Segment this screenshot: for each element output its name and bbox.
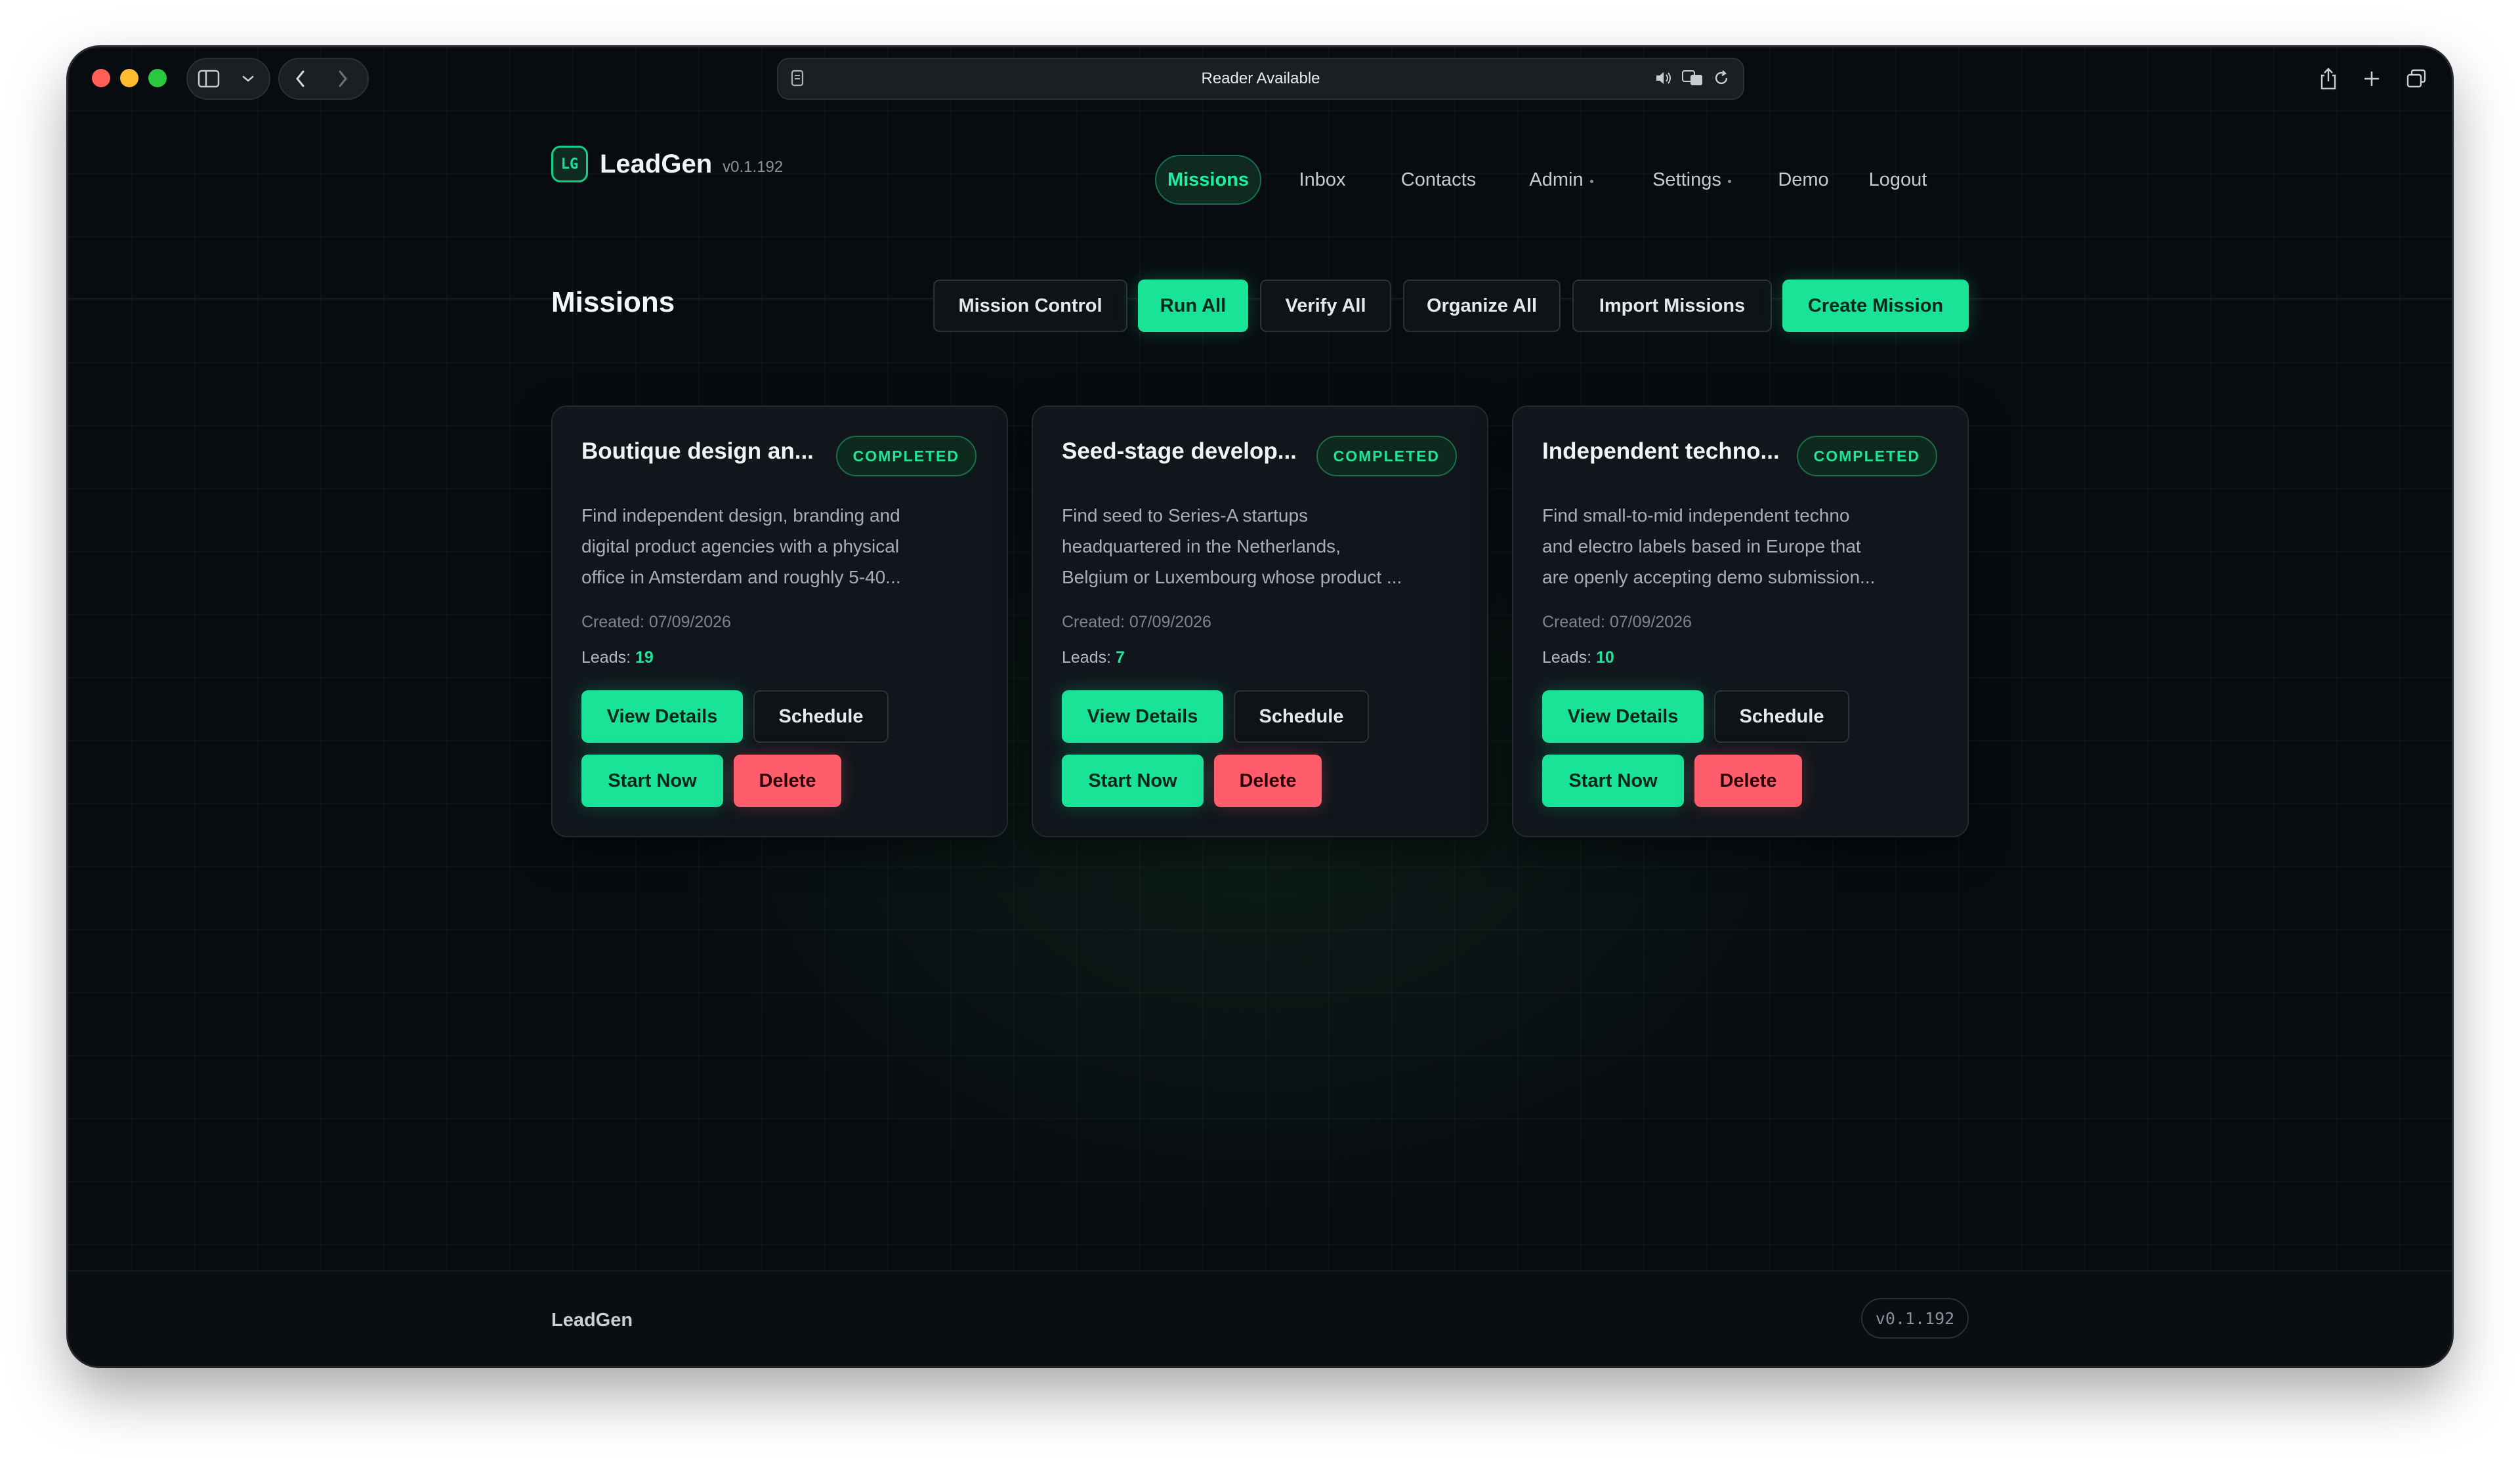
- leads-value: 10: [1596, 648, 1614, 667]
- mission-description: Find small-to-mid independent techno and…: [1542, 500, 1942, 593]
- verify-all-button[interactable]: Verify All: [1260, 280, 1391, 332]
- nav-admin-label: Admin: [1529, 169, 1584, 190]
- description-line: are openly accepting demo submission...: [1542, 567, 1876, 587]
- view-details-button[interactable]: View Details: [1062, 690, 1223, 743]
- speaker-icon[interactable]: [1654, 68, 1673, 91]
- nav-demo[interactable]: Demo: [1768, 155, 1839, 205]
- back-icon[interactable]: [280, 59, 322, 98]
- address-bar[interactable]: Reader Available: [777, 58, 1744, 100]
- footer-brand: LeadGen: [551, 1310, 633, 1331]
- create-mission-button[interactable]: Create Mission: [1782, 280, 1969, 332]
- import-missions-button[interactable]: Import Missions: [1572, 280, 1772, 332]
- schedule-button[interactable]: Schedule: [1714, 690, 1849, 743]
- app-header: [68, 110, 2452, 299]
- nav-contacts[interactable]: Contacts: [1379, 155, 1498, 205]
- leads-label: Leads:: [1062, 648, 1112, 667]
- description-line: Find seed to Series-A startups: [1062, 505, 1309, 526]
- mission-card: Seed-stage develop... COMPLETED Find see…: [1032, 406, 1488, 837]
- created-date: Created: 07/09/2026: [1542, 613, 1692, 631]
- schedule-button[interactable]: Schedule: [753, 690, 889, 743]
- mission-card: Boutique design an... COMPLETED Find ind…: [551, 406, 1008, 837]
- nav-missions[interactable]: Missions: [1155, 155, 1261, 205]
- description-line: digital product agencies with a physical: [581, 536, 900, 556]
- start-now-button[interactable]: Start Now: [1542, 755, 1684, 807]
- leads-count: Leads: 10: [1542, 648, 1614, 667]
- organize-all-button[interactable]: Organize All: [1403, 280, 1561, 332]
- nav-logout-label: Logout: [1868, 169, 1927, 190]
- mission-card: Independent techno... COMPLETED Find sma…: [1512, 406, 1969, 837]
- delete-button[interactable]: Delete: [734, 755, 841, 807]
- mission-control-button[interactable]: Mission Control: [933, 280, 1127, 332]
- start-now-button[interactable]: Start Now: [581, 755, 723, 807]
- leads-value: 19: [635, 648, 654, 667]
- leads-count: Leads: 19: [581, 648, 654, 667]
- nav-inbox-label: Inbox: [1299, 169, 1346, 190]
- address-text: Reader Available: [1201, 70, 1320, 87]
- run-all-button[interactable]: Run All: [1138, 280, 1248, 332]
- created-date: Created: 07/09/2026: [581, 613, 731, 631]
- page-icon: [790, 70, 805, 91]
- description-line: headquartered in the Netherlands,: [1062, 536, 1341, 556]
- description-line: Belgium or Luxembourg whose product ...: [1062, 567, 1402, 587]
- leads-count: Leads: 7: [1062, 648, 1125, 667]
- leads-value: 7: [1116, 648, 1125, 667]
- browser-window: Reader Available LG LeadGen v0.1.192 Mis…: [68, 47, 2452, 1366]
- view-details-button[interactable]: View Details: [1542, 690, 1704, 743]
- mission-title[interactable]: Independent techno...: [1542, 438, 1780, 465]
- dropdown-dot-icon: [1727, 179, 1731, 183]
- mission-title[interactable]: Seed-stage develop...: [1062, 438, 1297, 465]
- chevron-down-icon[interactable]: [230, 59, 266, 98]
- brand-version: v0.1.192: [723, 158, 784, 176]
- nav-demo-label: Demo: [1778, 169, 1829, 190]
- reload-icon[interactable]: [1712, 68, 1731, 91]
- status-badge: COMPLETED: [835, 436, 976, 476]
- description-line: Find independent design, branding and: [581, 505, 900, 526]
- dropdown-dot-icon: [1589, 179, 1593, 183]
- brand[interactable]: LG LeadGen v0.1.192: [551, 146, 783, 182]
- nav-logout[interactable]: Logout: [1853, 155, 1942, 205]
- share-icon[interactable]: [2311, 62, 2345, 96]
- browser-toolbar: Reader Available: [68, 47, 2452, 110]
- leads-label: Leads:: [1542, 648, 1592, 667]
- nav-contacts-label: Contacts: [1400, 169, 1477, 190]
- app-footer: LeadGen v0.1.192: [68, 1270, 2452, 1366]
- status-badge: COMPLETED: [1316, 436, 1457, 476]
- brand-name: LeadGen: [600, 149, 713, 178]
- start-now-button[interactable]: Start Now: [1062, 755, 1204, 807]
- sidebar-icon[interactable]: [188, 59, 230, 98]
- nav-admin[interactable]: Admin: [1512, 155, 1610, 205]
- page-actions: Mission Control Run All Verify All Organ…: [68, 280, 2452, 332]
- mission-description: Find seed to Series-A startups headquart…: [1062, 500, 1462, 593]
- delete-button[interactable]: Delete: [1214, 755, 1322, 807]
- nav-settings-label: Settings: [1652, 169, 1721, 190]
- description-line: and electro labels based in Europe that: [1542, 536, 1861, 556]
- forward-icon[interactable]: [322, 59, 364, 98]
- plus-icon[interactable]: [2355, 62, 2389, 96]
- delete-button[interactable]: Delete: [1694, 755, 1802, 807]
- mission-description: Find independent design, branding and di…: [581, 500, 982, 593]
- nav-settings[interactable]: Settings: [1633, 155, 1751, 205]
- address-bar-controls: [1654, 68, 1731, 91]
- sidebar-toggle-group: [186, 58, 270, 100]
- nav-inbox[interactable]: Inbox: [1278, 155, 1366, 205]
- footer-version-badge: v0.1.192: [1861, 1298, 1969, 1339]
- history-nav-group: [278, 58, 369, 100]
- leads-label: Leads:: [581, 648, 631, 667]
- created-date: Created: 07/09/2026: [1062, 613, 1211, 631]
- view-details-button[interactable]: View Details: [581, 690, 743, 743]
- translate-icon[interactable]: [1681, 68, 1704, 91]
- description-line: Find small-to-mid independent techno: [1542, 505, 1850, 526]
- zoom-window-button[interactable]: [148, 69, 167, 87]
- tabs-icon[interactable]: [2399, 62, 2433, 96]
- status-badge: COMPLETED: [1796, 436, 1937, 476]
- close-window-button[interactable]: [92, 69, 110, 87]
- description-line: office in Amsterdam and roughly 5-40...: [581, 567, 901, 587]
- schedule-button[interactable]: Schedule: [1234, 690, 1369, 743]
- nav-missions-label: Missions: [1167, 169, 1250, 190]
- logo-icon: LG: [551, 146, 588, 182]
- mission-title[interactable]: Boutique design an...: [581, 438, 814, 465]
- minimize-window-button[interactable]: [120, 69, 138, 87]
